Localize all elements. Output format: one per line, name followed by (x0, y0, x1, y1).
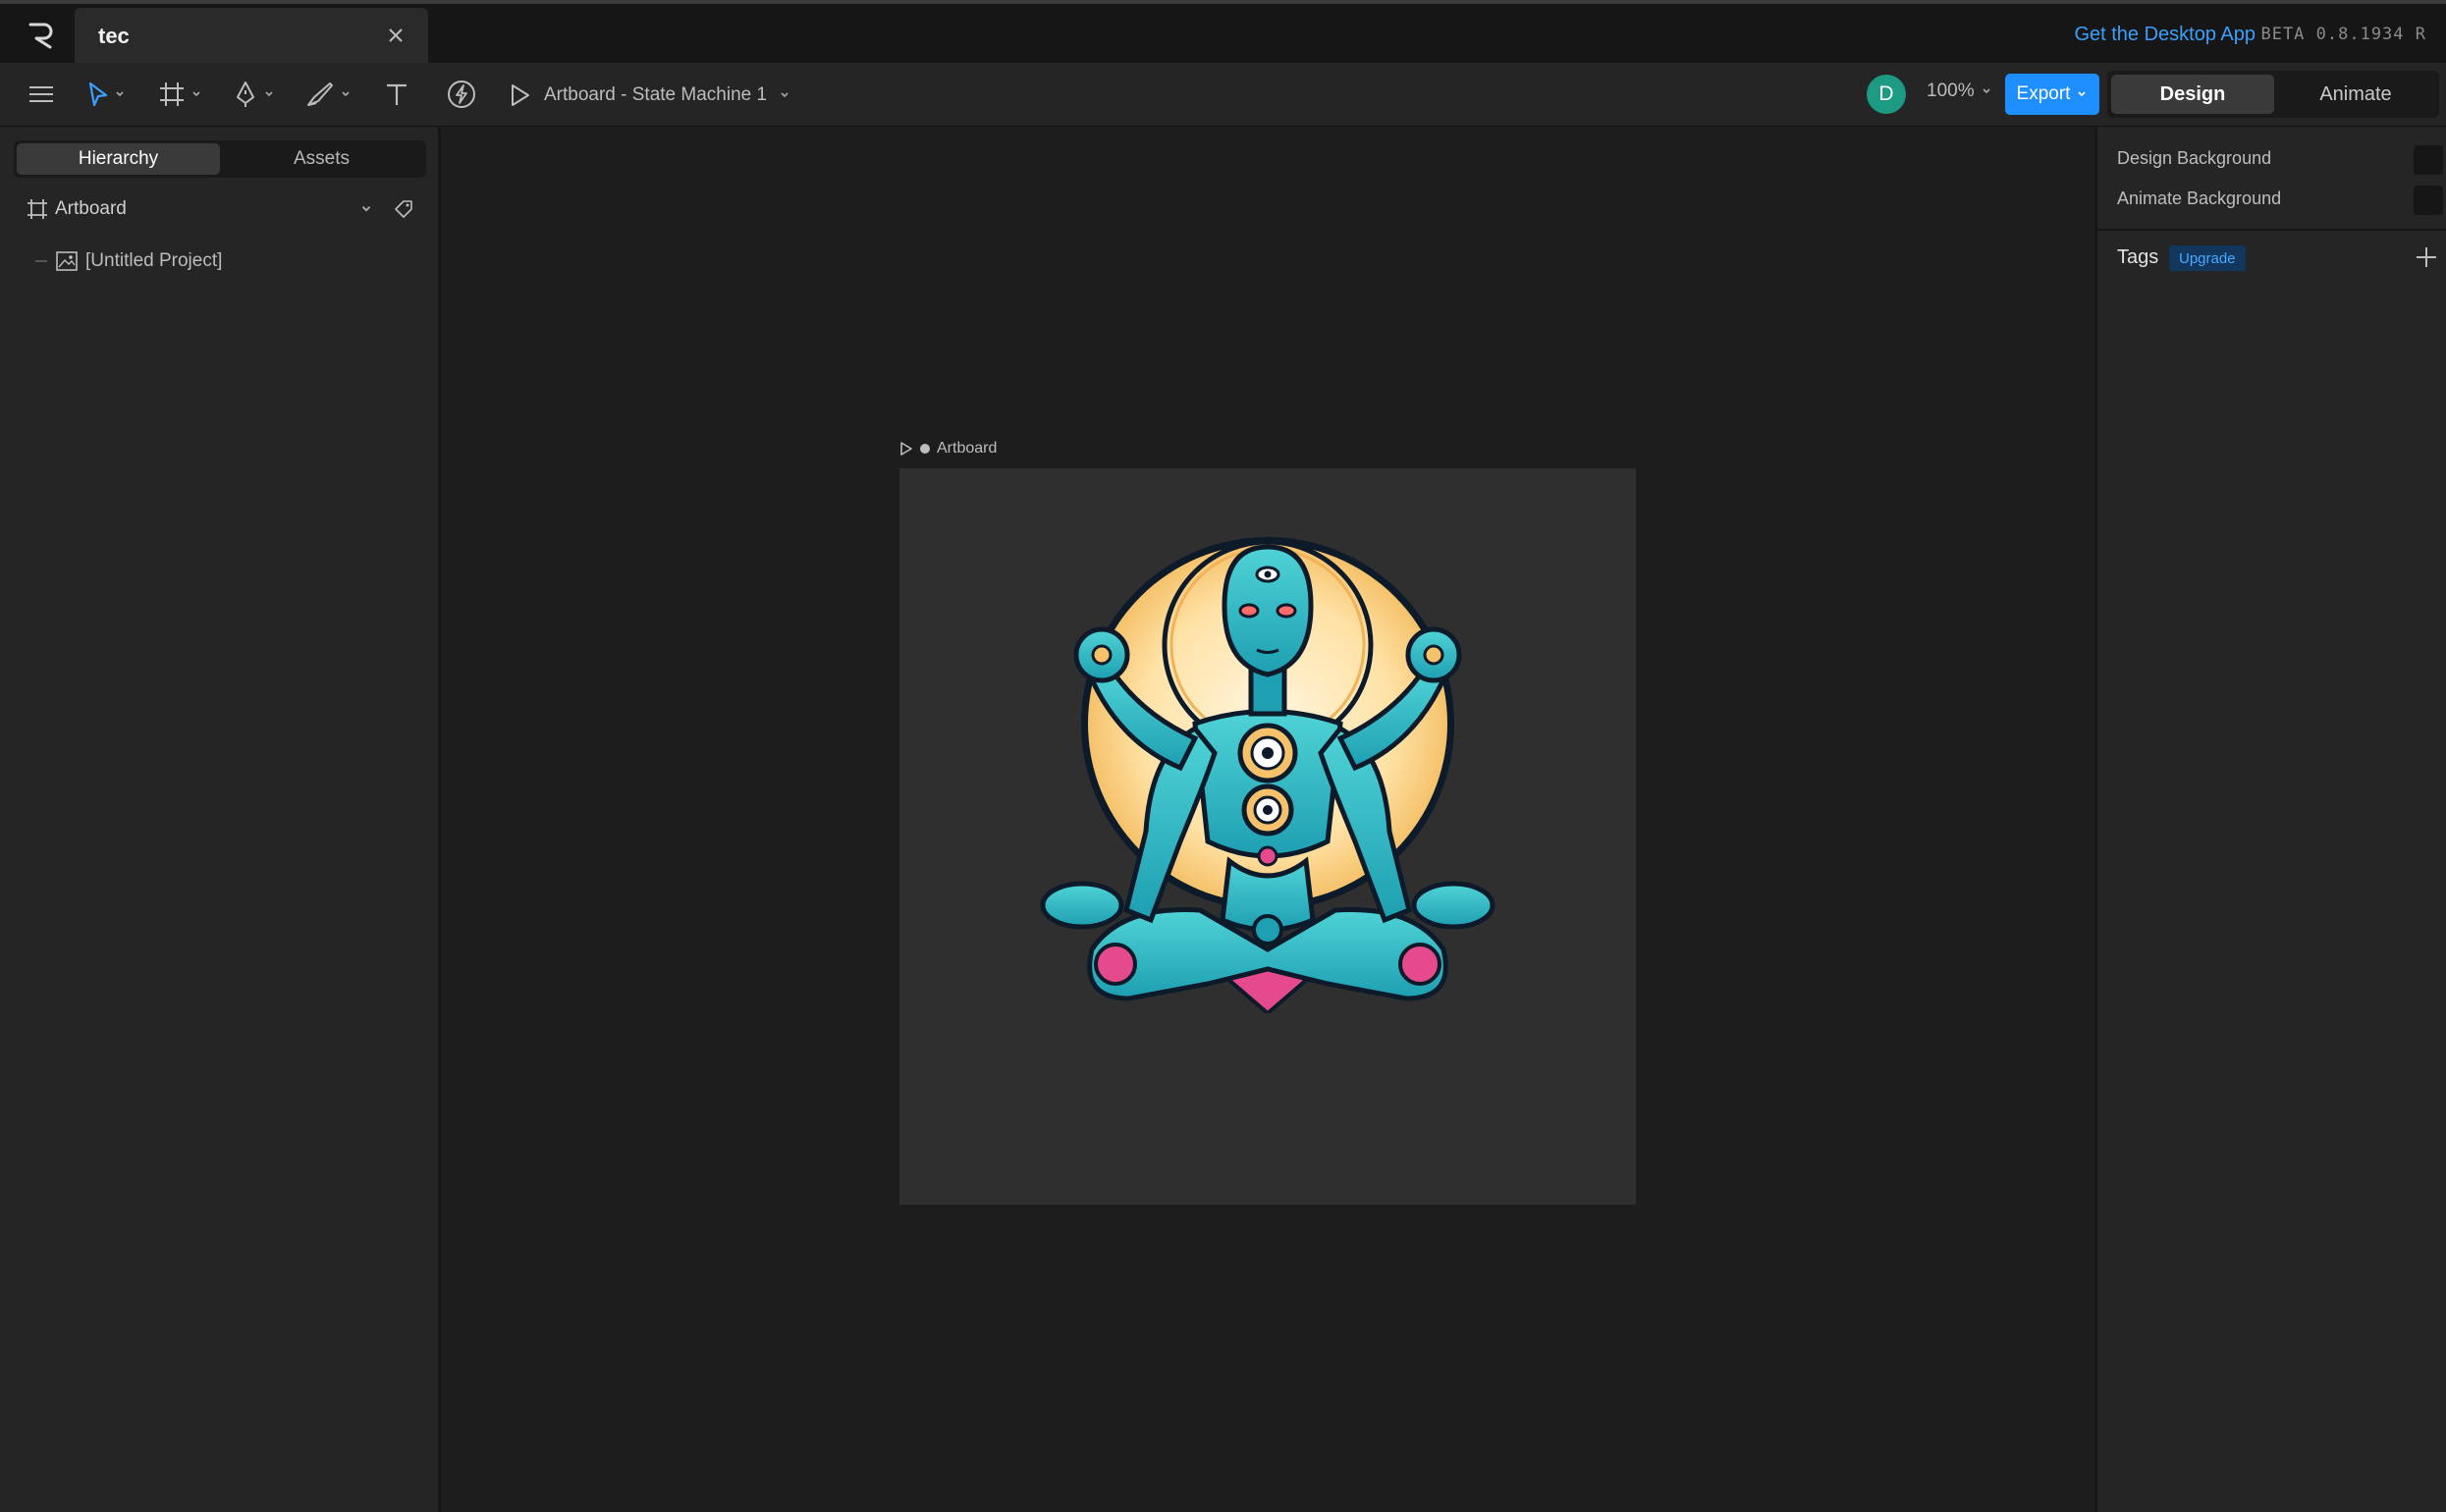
play-icon (512, 84, 529, 106)
hierarchy-item-artboard[interactable]: Artboard (0, 189, 438, 229)
animate-mode-button[interactable]: Animate (2274, 75, 2437, 114)
hierarchy-item-label: Artboard (55, 198, 127, 219)
right-panel: Design Background Animate Background Tag… (2094, 127, 2446, 1512)
brush-icon (307, 82, 333, 106)
play-icon[interactable] (899, 442, 913, 456)
design-mode-button[interactable]: Design (2111, 75, 2274, 114)
pen-icon (237, 81, 254, 107)
artboard-label-text: Artboard (937, 440, 998, 457)
close-icon[interactable] (383, 23, 408, 48)
animate-background-swatch[interactable] (2414, 186, 2443, 215)
meditating-robot-image[interactable] (1033, 517, 1502, 1013)
tab-hierarchy[interactable]: Hierarchy (17, 143, 220, 175)
artboard-icon (27, 199, 47, 219)
chevron-down-icon (116, 91, 124, 97)
artboard-tool-button[interactable] (157, 77, 202, 112)
chevron-down-icon (1983, 88, 1990, 94)
rive-logo-icon[interactable] (20, 16, 63, 55)
panel-divider (2097, 229, 2446, 231)
export-button[interactable]: Export (2005, 74, 2099, 115)
file-tab[interactable]: tec (75, 8, 428, 65)
state-machine-tool-button[interactable] (446, 77, 477, 112)
menu-icon[interactable] (27, 77, 55, 112)
zoom-selector[interactable]: 100% (1927, 81, 1992, 102)
hierarchy-item-label: [Untitled Project] (85, 250, 223, 271)
upgrade-badge[interactable]: Upgrade (2169, 245, 2246, 271)
toolbar: Artboard - State Machine 1 D 100% Export… (0, 63, 2446, 127)
title-bar: tec Get the Desktop App BETA 0.8.1934 R (0, 4, 2446, 65)
tree-connector-icon (35, 260, 47, 262)
chevron-down-icon (342, 91, 350, 97)
frame-icon (160, 82, 184, 106)
export-label: Export (2016, 83, 2071, 104)
chevron-down-icon (781, 92, 788, 98)
text-tool-button[interactable] (383, 77, 410, 112)
shape-tool-button[interactable] (304, 77, 352, 112)
left-panel: Hierarchy Assets Artboard [Untitled Proj… (0, 127, 441, 1512)
mode-switcher: Design Animate (2107, 71, 2439, 118)
chevron-down-icon (192, 91, 200, 97)
chevron-down-icon (265, 91, 273, 97)
zoom-level: 100% (1927, 81, 1975, 101)
artboard-state-machine-selector[interactable]: Artboard - State Machine 1 (507, 79, 790, 112)
left-panel-tabs: Hierarchy Assets (14, 140, 426, 178)
text-icon (387, 83, 407, 105)
add-tag-icon[interactable] (2414, 244, 2439, 270)
chevron-down-icon (2078, 91, 2087, 97)
design-background-label: Design Background (2117, 148, 2272, 168)
design-background-swatch[interactable] (2414, 145, 2443, 175)
chevron-down-icon[interactable] (359, 202, 373, 216)
artboard-selector-label: Artboard - State Machine 1 (544, 84, 768, 105)
version-label: BETA 0.8.1934 R (2260, 25, 2426, 44)
select-tool-button[interactable] (86, 77, 126, 112)
animate-background-label: Animate Background (2117, 189, 2282, 208)
file-tab-title: tec (98, 24, 130, 48)
user-avatar[interactable]: D (1867, 75, 1906, 114)
artboard-canvas[interactable] (899, 468, 1636, 1205)
pointer-icon (88, 81, 108, 107)
get-desktop-app-link[interactable]: Get the Desktop App (2074, 24, 2256, 46)
dot-icon (920, 444, 930, 454)
tag-icon[interactable] (393, 198, 414, 220)
pen-tool-button[interactable] (232, 77, 275, 112)
hierarchy-item-project[interactable]: [Untitled Project] (0, 242, 438, 281)
lightning-icon (448, 81, 475, 108)
tab-assets[interactable]: Assets (220, 143, 423, 175)
artboard-label[interactable]: Artboard (899, 440, 997, 458)
tags-label: Tags (2117, 246, 2159, 268)
image-icon (56, 251, 78, 271)
